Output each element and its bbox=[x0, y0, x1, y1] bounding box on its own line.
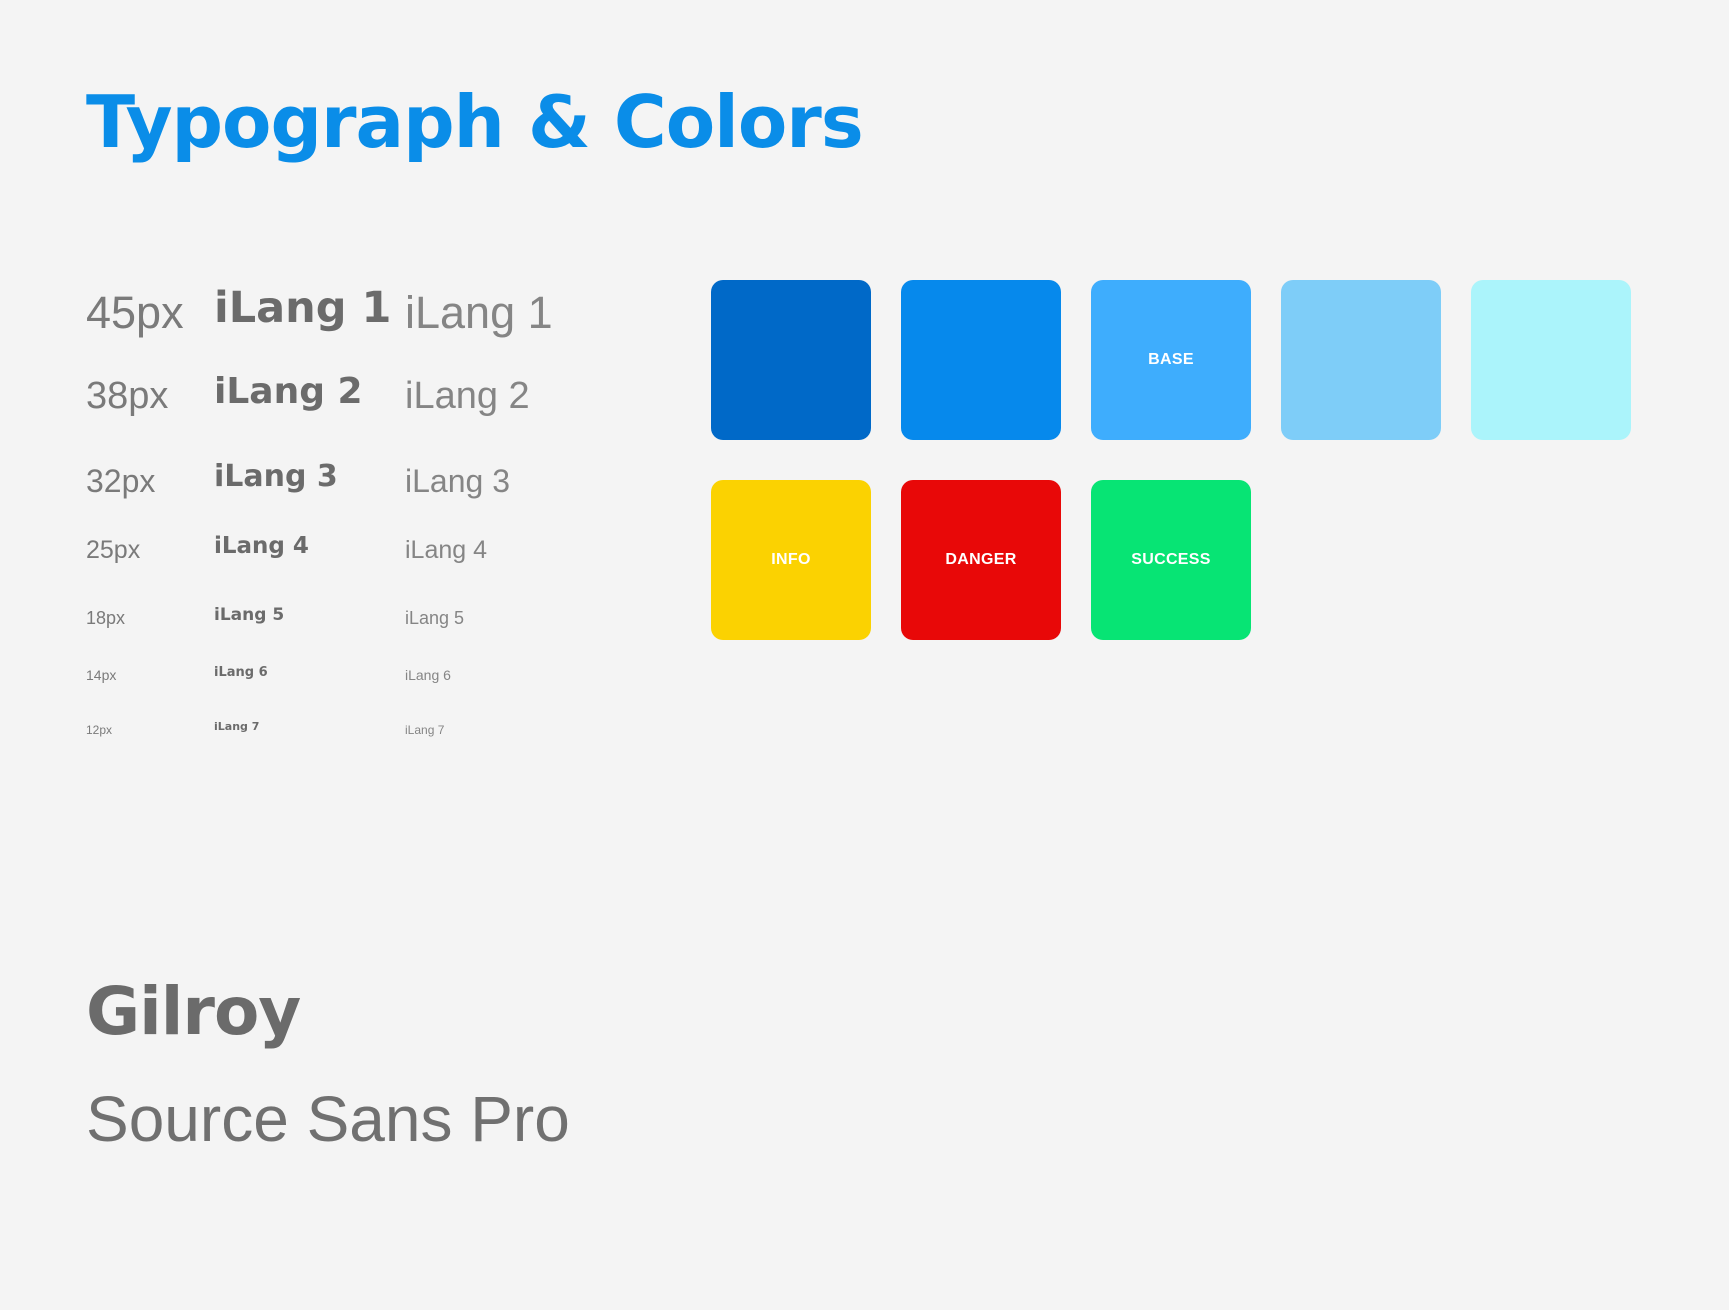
color-swatch-success: SUCCESS bbox=[1091, 480, 1251, 640]
color-swatch-blue-darkest bbox=[711, 280, 871, 440]
size-label: 12px bbox=[86, 723, 113, 737]
body-sample: iLang 5 bbox=[405, 608, 465, 628]
size-label: 32px bbox=[86, 463, 156, 499]
size-label: 18px bbox=[86, 608, 126, 628]
heading-sample: iLang 6 bbox=[214, 665, 268, 680]
heading-sample: iLang 1 bbox=[214, 283, 392, 333]
swatch-label: INFO bbox=[771, 551, 811, 568]
body-sample: iLang 7 bbox=[405, 723, 445, 737]
color-swatch-blue-light bbox=[1281, 280, 1441, 440]
body-sample: iLang 3 bbox=[405, 463, 510, 499]
size-label: 45px bbox=[86, 287, 184, 338]
body-sample: iLang 6 bbox=[405, 667, 451, 683]
swatch-label: SUCCESS bbox=[1131, 551, 1211, 568]
body-sample: iLang 4 bbox=[405, 536, 488, 564]
heading-font-name: Gilroy bbox=[86, 973, 301, 1050]
color-swatch-blue-dark bbox=[901, 280, 1061, 440]
body-sample: iLang 1 bbox=[405, 287, 553, 338]
heading-sample: iLang 4 bbox=[214, 533, 309, 559]
color-swatch-blue-lightest bbox=[1471, 280, 1631, 440]
color-swatch-danger: DANGER bbox=[901, 480, 1061, 640]
size-label: 25px bbox=[86, 536, 141, 564]
heading-sample: iLang 7 bbox=[214, 720, 260, 733]
heading-sample: iLang 2 bbox=[214, 371, 363, 412]
body-sample: iLang 2 bbox=[405, 375, 530, 417]
body-font-name: Source Sans Pro bbox=[86, 1083, 570, 1155]
heading-sample: iLang 3 bbox=[214, 459, 338, 494]
size-label: 38px bbox=[86, 375, 169, 417]
swatch-label: BASE bbox=[1148, 351, 1194, 368]
swatch-label: DANGER bbox=[945, 551, 1017, 568]
type-scale: 45px iLang 1 iLang 1 38px iLang 2 iLang … bbox=[0, 0, 620, 760]
heading-sample: iLang 5 bbox=[214, 605, 285, 625]
color-swatch-base: BASE bbox=[1091, 280, 1251, 440]
size-label: 14px bbox=[86, 667, 117, 683]
color-swatch-info: INFO bbox=[711, 480, 871, 640]
